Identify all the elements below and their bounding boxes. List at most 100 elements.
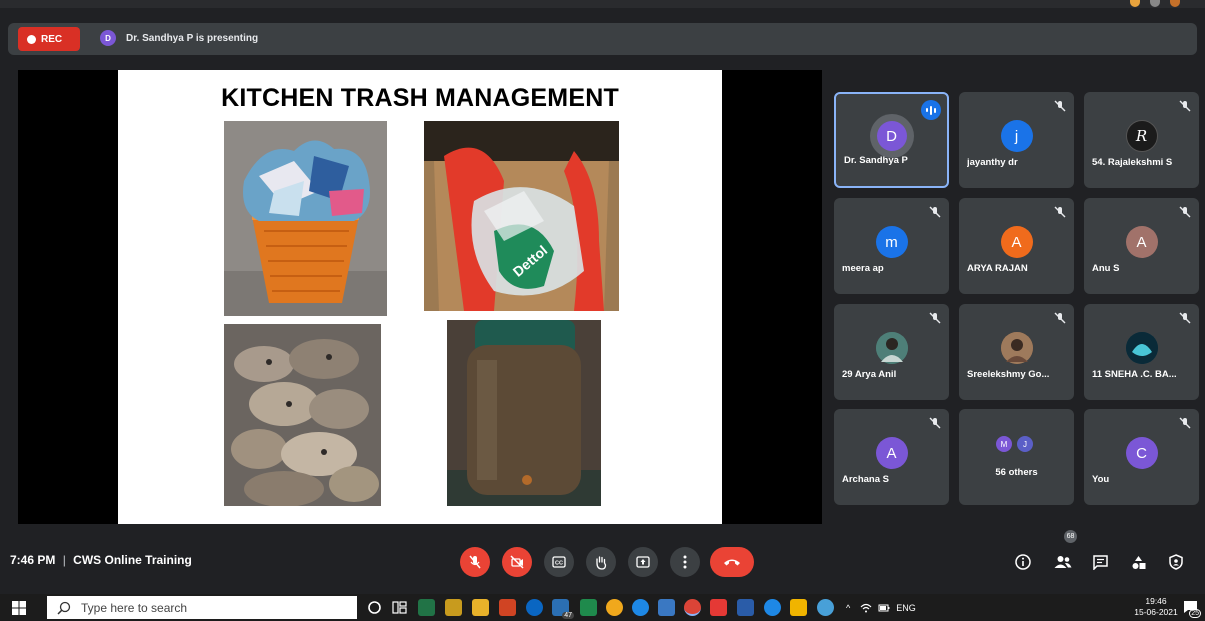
participant-name: Dr. Sandhya P (844, 155, 908, 166)
taskbar-clock[interactable]: 19:46 15-06-2021 (1133, 596, 1179, 618)
participant-tile[interactable]: D Dr. Sandhya P (834, 92, 949, 188)
others-count: 56 others (995, 467, 1038, 478)
clock-date: 15-06-2021 (1134, 607, 1178, 617)
participant-name: jayanthy dr (967, 157, 1018, 168)
taskbar-search-input[interactable]: Type here to search (47, 596, 357, 619)
excel-app-icon[interactable] (418, 599, 435, 616)
participant-avatar: m (875, 226, 908, 258)
meeting-details-button[interactable] (1012, 551, 1034, 573)
end-call-icon (724, 559, 740, 566)
captions-icon: CC (552, 556, 566, 568)
participant-tile[interactable]: A Archana S (834, 409, 949, 505)
help-app-icon[interactable] (764, 599, 781, 616)
raise-hand-button[interactable] (586, 547, 616, 577)
chrome-browser-icon[interactable] (684, 599, 701, 616)
dropbox-app-icon[interactable] (526, 599, 543, 616)
record-dot-icon (27, 34, 36, 44)
participant-tile[interactable]: A Anu S (1084, 198, 1199, 294)
participant-tile[interactable]: A ARYA RAJAN (959, 198, 1074, 294)
speaking-indicator-icon (921, 100, 941, 120)
extension-icon[interactable] (1130, 0, 1140, 7)
battery-icon[interactable] (878, 603, 890, 613)
mic-off-icon (1179, 206, 1191, 218)
onedrive-icon[interactable] (817, 599, 834, 616)
powerpoint-app-icon[interactable] (499, 599, 516, 616)
word-app-icon[interactable] (737, 599, 754, 616)
vlc-app-icon[interactable] (790, 599, 807, 616)
extension-icon[interactable] (1150, 0, 1160, 7)
mic-off-icon (469, 555, 481, 569)
presenter-avatar: D (100, 30, 116, 46)
participant-name: You (1092, 474, 1110, 485)
meeting-time: 7:46 PM (10, 553, 56, 567)
youtube-app-icon[interactable] (710, 599, 727, 616)
slide-title: KITCHEN TRASH MANAGEMENT (221, 84, 619, 112)
task-view-icon[interactable] (391, 599, 408, 616)
activities-button[interactable] (1127, 551, 1149, 573)
notification-center-button[interactable]: 25 (1183, 599, 1201, 618)
mail-app-icon[interactable]: 47 (552, 599, 574, 619)
participant-photo-avatar (1125, 332, 1158, 364)
presenter-info: D Dr. Sandhya P is presenting (100, 30, 258, 46)
info-icon (1015, 554, 1031, 570)
search-placeholder: Type here to search (81, 600, 188, 615)
mic-off-icon (1054, 100, 1066, 112)
participant-name: 11 SNEHA .C. BA... (1092, 369, 1177, 380)
participant-avatar: j (1000, 120, 1033, 152)
participant-tile[interactable]: 29 Arya Anil (834, 304, 949, 400)
participant-tile[interactable]: m meera ap (834, 198, 949, 294)
mic-toggle-button[interactable] (460, 547, 490, 577)
host-controls-button[interactable] (1165, 551, 1187, 573)
windows-start-icon[interactable] (12, 601, 26, 615)
mic-off-icon (1054, 206, 1066, 218)
notification-count-badge: 25 (1189, 609, 1201, 618)
wifi-icon[interactable] (860, 603, 872, 613)
mic-off-icon (929, 417, 941, 429)
profile-icon[interactable] (1170, 0, 1180, 7)
meeting-info: 7:46 PM | CWS Online Training (10, 553, 192, 567)
mic-off-icon (929, 312, 941, 324)
participant-name: Anu S (1092, 263, 1120, 274)
store-app-icon[interactable] (445, 599, 462, 616)
participant-avatar: R (1125, 120, 1158, 152)
present-screen-icon (636, 556, 650, 568)
participant-tile[interactable]: 11 SNEHA .C. BA... (1084, 304, 1199, 400)
presenter-text: Dr. Sandhya P is presenting (126, 32, 259, 44)
meet-window: REC D Dr. Sandhya P is presenting KITCHE… (0, 0, 1205, 621)
chat-button[interactable] (1089, 551, 1111, 573)
presentation-stage[interactable]: KITCHEN TRASH MANAGEMENT Dettol (18, 70, 822, 524)
mic-off-icon (1179, 417, 1191, 429)
recording-label: REC (41, 33, 63, 45)
notes-app-icon[interactable] (658, 599, 675, 616)
people-button[interactable] (1052, 551, 1074, 573)
chat-icon (1092, 554, 1108, 570)
others-avatar: M (996, 436, 1012, 452)
file-explorer-icon[interactable] (472, 599, 489, 616)
participant-tile[interactable]: R 54. Rajalekshmi S (1084, 92, 1199, 188)
others-tile[interactable]: M J 56 others (959, 409, 1074, 505)
participant-tile[interactable]: j jayanthy dr (959, 92, 1074, 188)
search-icon (57, 601, 71, 615)
participant-avatar: D (869, 114, 914, 158)
participant-tile[interactable]: Sreelekshmy Go... (959, 304, 1074, 400)
more-options-button[interactable] (670, 547, 700, 577)
leave-call-button[interactable] (710, 547, 754, 577)
chevron-up-icon[interactable]: ^ (846, 603, 850, 613)
excel-window-icon[interactable] (580, 599, 597, 616)
meeting-controls-bar: 7:46 PM | CWS Online Training CC (0, 538, 1205, 584)
edge-browser-icon[interactable] (632, 599, 649, 616)
present-button[interactable] (628, 547, 658, 577)
mail-badge: 47 (562, 612, 574, 619)
camera-toggle-button[interactable] (502, 547, 532, 577)
people-count-badge: 68 (1064, 530, 1077, 543)
weather-app-icon[interactable] (606, 599, 623, 616)
captions-button[interactable]: CC (544, 547, 574, 577)
cortana-icon[interactable] (366, 599, 383, 616)
self-tile[interactable]: C You (1084, 409, 1199, 505)
windows-taskbar: Type here to search 47 ^ ENG 19:46 15-06… (0, 594, 1205, 621)
participant-avatar: A (875, 437, 908, 469)
presentation-slide: KITCHEN TRASH MANAGEMENT Dettol (118, 70, 722, 524)
language-indicator[interactable]: ENG (896, 603, 916, 613)
others-avatar: J (1017, 436, 1033, 452)
system-tray: ^ ENG (846, 594, 916, 621)
